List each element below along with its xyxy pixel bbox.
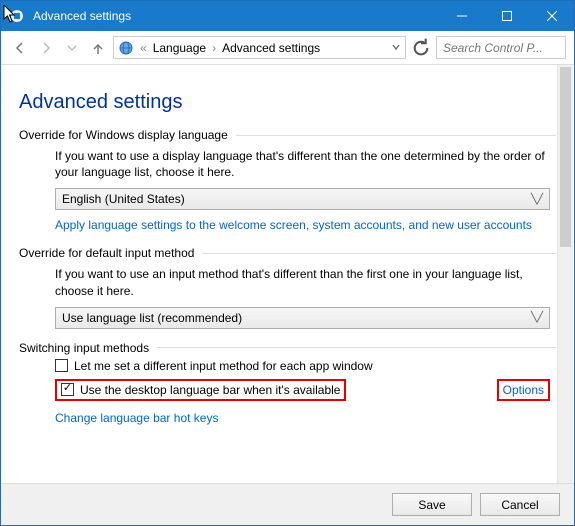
content-area: Advanced settings Override for Windows d… bbox=[1, 65, 574, 483]
section-switching-input-methods: Switching input methods bbox=[19, 341, 556, 355]
chevron-down-icon: ╲╱ bbox=[531, 194, 543, 205]
section-heading: Override for Windows display language bbox=[19, 128, 228, 142]
desktop-language-bar-checkbox[interactable] bbox=[61, 383, 74, 396]
back-button[interactable] bbox=[9, 37, 31, 59]
cancel-button[interactable]: Cancel bbox=[480, 493, 560, 516]
section-heading: Switching input methods bbox=[19, 341, 149, 355]
section2-description: If you want to use an input method that'… bbox=[55, 266, 550, 298]
search-input[interactable]: Search Control P... bbox=[436, 36, 566, 59]
page-title: Advanced settings bbox=[19, 91, 556, 114]
checkbox-label: Let me set a different input method for … bbox=[74, 359, 373, 373]
options-link[interactable]: Options bbox=[503, 383, 544, 397]
chevron-down-icon: ╲╱ bbox=[531, 312, 543, 323]
input-method-dropdown[interactable]: Use language list (recommended) ╲╱ bbox=[55, 307, 550, 329]
maximize-button[interactable] bbox=[484, 1, 529, 31]
address-bar[interactable]: « Language › Advanced settings bbox=[113, 36, 406, 59]
recent-locations-button[interactable] bbox=[61, 37, 83, 59]
mouse-cursor-icon bbox=[3, 5, 17, 23]
toolbar: « Language › Advanced settings Search Co… bbox=[1, 31, 574, 65]
change-hotkeys-link[interactable]: Change language bar hot keys bbox=[55, 411, 218, 425]
section-override-display-language: Override for Windows display language bbox=[19, 128, 556, 142]
apply-language-settings-link[interactable]: Apply language settings to the welcome s… bbox=[55, 218, 532, 232]
section-override-input-method: Override for default input method bbox=[19, 246, 556, 260]
display-language-dropdown[interactable]: English (United States) ╲╱ bbox=[55, 188, 550, 210]
footer: Save Cancel bbox=[1, 483, 574, 525]
up-button[interactable] bbox=[87, 37, 109, 59]
dropdown-value: English (United States) bbox=[62, 192, 185, 206]
section-heading: Override for default input method bbox=[19, 246, 194, 260]
breadcrumb-chevron-icon: › bbox=[210, 41, 218, 55]
save-button[interactable]: Save bbox=[392, 493, 472, 516]
breadcrumb-separator: « bbox=[138, 41, 149, 55]
minimize-button[interactable] bbox=[439, 1, 484, 31]
window-title: Advanced settings bbox=[33, 9, 439, 23]
per-app-input-method-checkbox[interactable] bbox=[55, 359, 68, 372]
close-button[interactable] bbox=[529, 1, 574, 31]
forward-button[interactable] bbox=[35, 37, 57, 59]
refresh-button[interactable] bbox=[410, 37, 432, 59]
search-placeholder: Search Control P... bbox=[443, 41, 543, 55]
titlebar: Advanced settings bbox=[1, 1, 574, 31]
breadcrumb-seg-language[interactable]: Language bbox=[153, 41, 206, 55]
dropdown-value: Use language list (recommended) bbox=[62, 311, 242, 325]
section1-description: If you want to use a display language th… bbox=[55, 148, 550, 180]
highlight-desktop-language-bar: Use the desktop language bar when it's a… bbox=[55, 379, 346, 401]
address-dropdown-icon[interactable] bbox=[391, 41, 401, 55]
location-icon bbox=[118, 40, 134, 56]
highlight-options-link: Options bbox=[497, 379, 550, 401]
checkbox-label: Use the desktop language bar when it's a… bbox=[80, 383, 340, 397]
breadcrumb-seg-advanced[interactable]: Advanced settings bbox=[222, 41, 320, 55]
